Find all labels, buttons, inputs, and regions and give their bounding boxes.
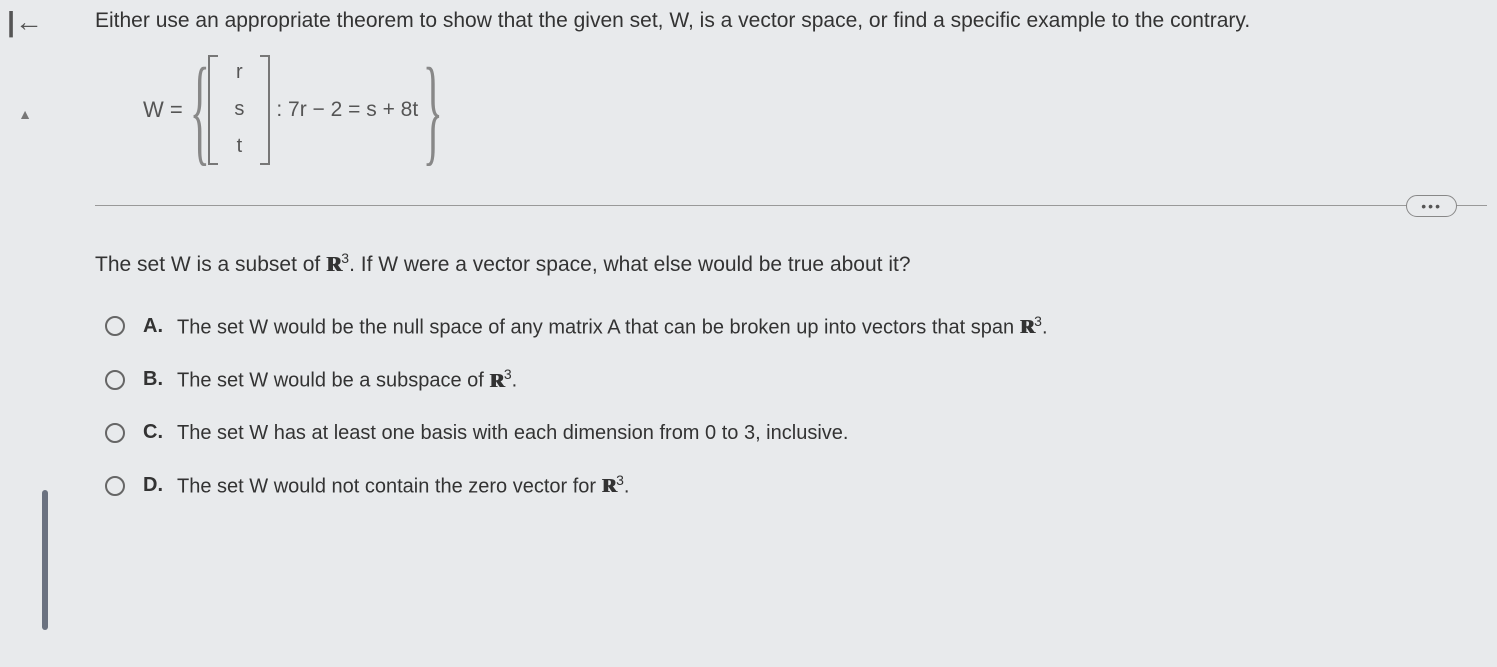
option-d[interactable]: D. The set W would not contain the zero … (105, 471, 1487, 501)
back-icon[interactable]: |← (7, 8, 43, 36)
content-area: Either use an appropriate theorem to sho… (95, 0, 1487, 524)
option-a[interactable]: A. The set W would be the null space of … (105, 312, 1487, 342)
brace-right: } (423, 59, 443, 161)
vector-entry: t (237, 135, 243, 158)
radio-icon[interactable] (105, 316, 125, 336)
bracket-left (208, 55, 218, 165)
option-letter: B. (143, 368, 163, 391)
option-text: The set W has at least one basis with ea… (177, 419, 848, 447)
set-condition: : 7r − 2 = s + 8t (276, 98, 418, 122)
option-text: The set W would be the null space of any… (177, 312, 1048, 342)
more-button[interactable]: ••• (1406, 195, 1457, 217)
collapse-icon[interactable]: ▲ (18, 106, 32, 122)
option-text: The set W would be a subspace of R3. (177, 365, 517, 395)
bracket-right (260, 55, 270, 165)
radio-icon[interactable] (105, 370, 125, 390)
vector-matrix: r s t (208, 55, 270, 165)
scroll-indicator[interactable] (42, 490, 48, 630)
vector-entry: r (236, 61, 243, 84)
divider-row: ••• (95, 195, 1487, 215)
option-c[interactable]: C. The set W has at least one basis with… (105, 419, 1487, 447)
brace-left: { (189, 59, 209, 161)
option-letter: C. (143, 421, 163, 444)
option-text: The set W would not contain the zero vec… (177, 471, 629, 501)
option-b[interactable]: B. The set W would be a subspace of R3. (105, 365, 1487, 395)
vector-entry: s (234, 98, 244, 121)
options-list: A. The set W would be the null space of … (105, 312, 1487, 501)
sub-question: The set W is a subset of R3. If W were a… (95, 250, 1487, 277)
option-letter: A. (143, 315, 163, 338)
option-letter: D. (143, 474, 163, 497)
set-definition: W = { r s t : 7r − 2 = s + 8t } (143, 55, 1487, 165)
radio-icon[interactable] (105, 423, 125, 443)
set-label: W = (143, 97, 183, 123)
real-symbol: R (326, 252, 341, 277)
question-prompt: Either use an appropriate theorem to sho… (95, 5, 1487, 37)
divider-line (95, 205, 1487, 206)
radio-icon[interactable] (105, 476, 125, 496)
